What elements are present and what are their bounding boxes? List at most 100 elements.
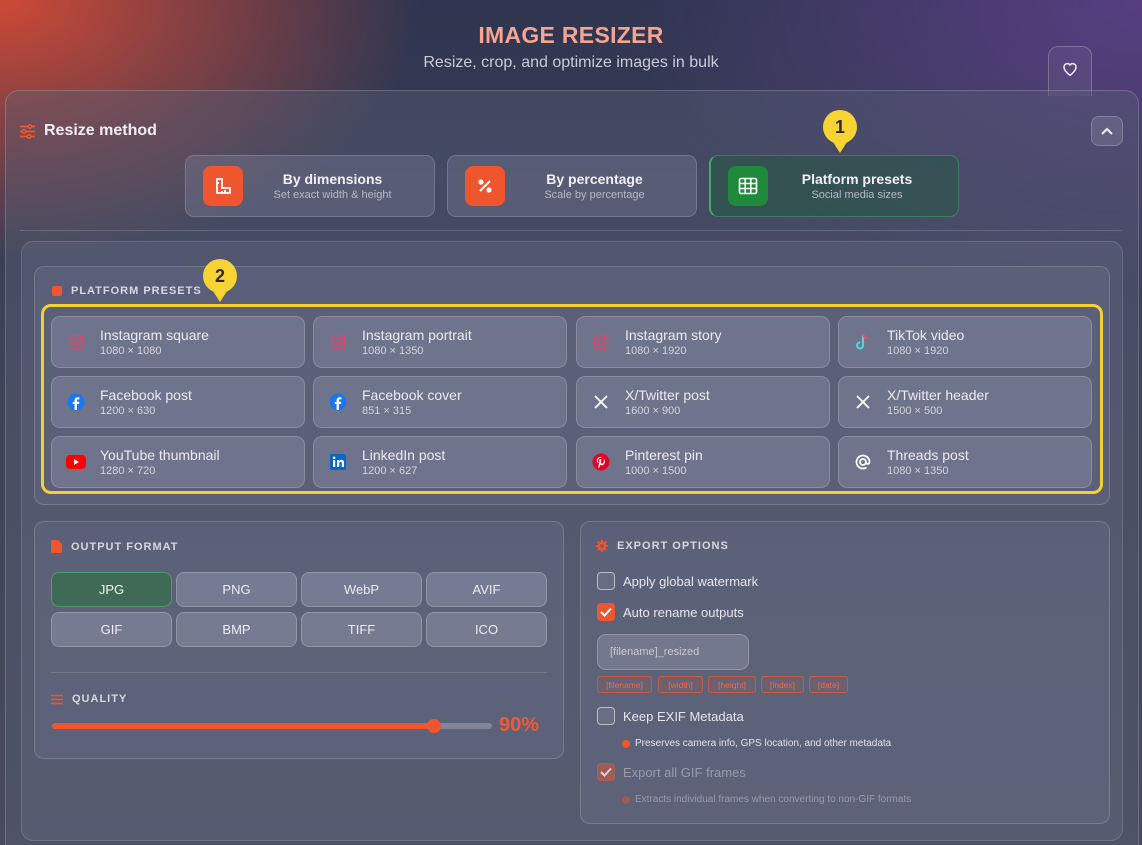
gear-icon: [596, 540, 608, 552]
preset-size: 1080 × 1080: [100, 345, 162, 357]
token-width[interactable]: [width]: [658, 676, 703, 693]
output-format-heading: OUTPUT FORMAT: [51, 540, 179, 553]
quality-slider[interactable]: [52, 719, 492, 733]
preset-youtube-thumbnail[interactable]: YouTube thumbnail 1280 × 720: [51, 436, 305, 488]
presets-square-icon: [52, 286, 62, 296]
app-subtitle: Resize, crop, and optimize images in bul…: [423, 54, 719, 71]
info-dot-icon: [622, 739, 630, 748]
instagram-icon: [66, 332, 86, 352]
exif-note: Preserves camera info, GPS location, and…: [622, 738, 891, 749]
format-divider: [51, 672, 547, 673]
rename-label: Auto rename outputs: [623, 604, 744, 620]
format-webp-button[interactable]: WebP: [301, 572, 422, 607]
watermark-checkbox[interactable]: [597, 572, 615, 590]
format-tiff-button[interactable]: TIFF: [301, 612, 422, 647]
method-by-percentage[interactable]: By percentage Scale by percentage: [447, 155, 697, 217]
collapse-button[interactable]: [1091, 116, 1123, 146]
gif-frames-note-text: Extracts individual frames when converti…: [635, 794, 912, 805]
format-png-button[interactable]: PNG: [176, 572, 297, 607]
token-index[interactable]: [index]: [761, 676, 804, 693]
section-divider: [20, 230, 1122, 231]
watermark-checkbox-row[interactable]: Apply global watermark: [597, 572, 758, 590]
threads-icon: [853, 452, 873, 472]
gif-frames-checkbox: [597, 763, 615, 781]
rename-checkbox-row[interactable]: Auto rename outputs: [597, 603, 744, 621]
method-platform-presets[interactable]: Platform presets Social media sizes: [709, 155, 959, 217]
preset-name: TikTok video: [887, 327, 965, 343]
preset-size: 1000 × 1500: [625, 465, 687, 477]
heart-icon: [1063, 62, 1077, 77]
app-title: IMAGE RESIZER: [478, 22, 664, 48]
facebook-icon: [328, 392, 348, 412]
instagram-icon: [591, 332, 611, 352]
preset-facebook-post[interactable]: Facebook post 1200 × 630: [51, 376, 305, 428]
method-by-dimensions[interactable]: By dimensions Set exact width & height: [185, 155, 435, 217]
export-options-heading: EXPORT OPTIONS: [596, 540, 729, 552]
presets-label: PLATFORM PRESETS: [71, 285, 202, 297]
preset-name: Pinterest pin: [625, 447, 703, 463]
format-ico-button[interactable]: ICO: [426, 612, 547, 647]
preset-size: 1280 × 720: [100, 465, 156, 477]
exif-checkbox[interactable]: [597, 707, 615, 725]
quality-slider-thumb[interactable]: [427, 719, 441, 733]
rename-pattern-input[interactable]: [597, 634, 749, 670]
checkmark-icon: [600, 767, 612, 777]
preset-name: Instagram portrait: [362, 327, 472, 343]
sliders-icon: [51, 694, 63, 704]
format-jpg-button[interactable]: JPG: [51, 572, 172, 607]
sliders-icon: [20, 123, 35, 139]
callout-marker-2: 2: [203, 259, 237, 302]
preset-facebook-cover[interactable]: Facebook cover 851 × 315: [313, 376, 567, 428]
preset-linkedin-post[interactable]: LinkedIn post 1200 × 627: [313, 436, 567, 488]
preset-tiktok-video[interactable]: TikTok video 1080 × 1920: [838, 316, 1092, 368]
preset-pinterest-pin[interactable]: Pinterest pin 1000 × 1500: [576, 436, 830, 488]
preset-size: 1600 × 900: [625, 405, 681, 417]
method-desc: Social media sizes: [811, 189, 903, 201]
export-options-label: EXPORT OPTIONS: [617, 540, 729, 552]
token-date[interactable]: [date]: [809, 676, 848, 693]
resize-method-heading: Resize method: [19, 122, 157, 140]
preset-size: 1200 × 627: [362, 465, 418, 477]
preset-size: 1080 × 1920: [625, 345, 687, 357]
preset-name: YouTube thumbnail: [100, 447, 220, 463]
preset-name: X/Twitter post: [625, 387, 710, 403]
presets-heading: PLATFORM PRESETS: [52, 285, 202, 297]
exif-checkbox-row[interactable]: Keep EXIF Metadata: [597, 707, 744, 725]
token-filename[interactable]: [filename]: [597, 676, 652, 693]
file-icon: [51, 540, 62, 553]
preset-threads-post[interactable]: Threads post 1080 × 1350: [838, 436, 1092, 488]
format-gif-button[interactable]: GIF: [51, 612, 172, 647]
format-bmp-button[interactable]: BMP: [176, 612, 297, 647]
favorite-button[interactable]: [1048, 46, 1092, 96]
preset-name: Facebook cover: [362, 387, 462, 403]
checkmark-icon: [600, 607, 612, 617]
quality-label: QUALITY: [72, 693, 128, 705]
rename-checkbox[interactable]: [597, 603, 615, 621]
format-avif-button[interactable]: AVIF: [426, 572, 547, 607]
quality-slider-fill: [52, 723, 434, 729]
preset-instagram-portrait[interactable]: Instagram portrait 1080 × 1350: [313, 316, 567, 368]
preset-x-twitter-header[interactable]: X/Twitter header 1500 × 500: [838, 376, 1092, 428]
token-height[interactable]: [height]: [708, 676, 756, 693]
preset-instagram-story[interactable]: Instagram story 1080 × 1920: [576, 316, 830, 368]
quality-value: 90%: [499, 714, 540, 736]
preset-x-twitter-post[interactable]: X/Twitter post 1600 × 900: [576, 376, 830, 428]
preset-instagram-square[interactable]: Instagram square 1080 × 1080: [51, 316, 305, 368]
method-label: By percentage: [546, 171, 643, 187]
x-icon: [591, 392, 611, 412]
preset-size: 1080 × 1350: [887, 465, 949, 477]
preset-name: LinkedIn post: [362, 447, 446, 463]
linkedin-icon: [328, 452, 348, 472]
ruler-icon: [203, 166, 243, 206]
watermark-label: Apply global watermark: [623, 573, 759, 589]
method-label: Platform presets: [801, 171, 913, 187]
preset-name: X/Twitter header: [887, 387, 989, 403]
gif-frames-checkbox-row: Export all GIF frames: [597, 763, 746, 781]
preset-size: 1080 × 1350: [362, 345, 424, 357]
output-format-label: OUTPUT FORMAT: [71, 540, 179, 553]
gif-frames-note: Extracts individual frames when converti…: [622, 794, 911, 805]
preset-name: Instagram story: [625, 327, 722, 343]
preset-size: 1080 × 1920: [887, 345, 949, 357]
preset-name: Threads post: [887, 447, 969, 463]
preset-name: Facebook post: [100, 387, 192, 403]
